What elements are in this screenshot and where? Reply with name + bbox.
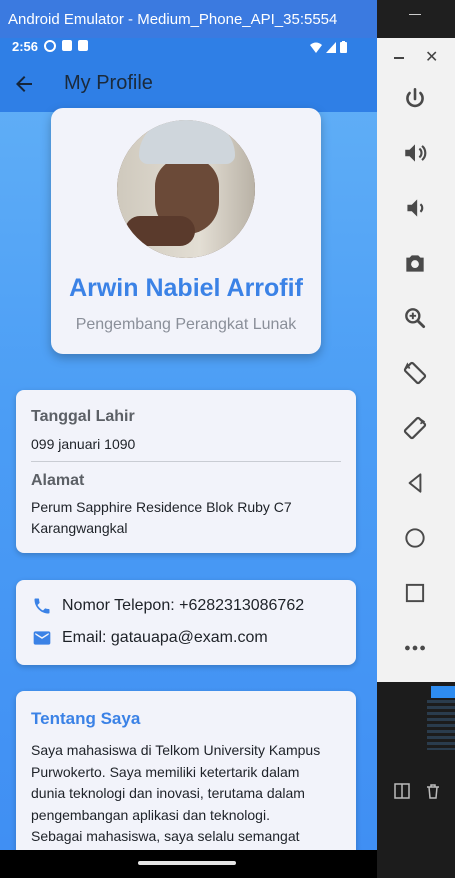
rotate-right-icon [403,416,427,440]
navigation-bar [0,850,377,878]
about-line: Sebagai mahasiswa, saya selalu semangat [31,828,300,844]
about-title: Tentang Saya [31,709,141,728]
email-row[interactable]: Email: gatauapa@exam.com [32,628,268,648]
notification-icon [78,40,88,51]
split-view-icon[interactable] [393,782,411,800]
window-title: Android Emulator - Medium_Phone_API_35:5… [8,10,338,28]
about-line: pengembangan aplikasi dan teknologi. [31,806,270,823]
contact-card: Nomor Telepon: +6282313086762 Email: gat… [16,580,356,665]
phone-row[interactable]: Nomor Telepon: +6282313086762 [32,596,304,616]
notification-icon [62,40,72,51]
profile-role: Pengembang Perangkat Lunak [75,316,297,333]
screenshot-button[interactable] [401,249,429,277]
status-time: 2:56 [12,39,39,54]
email-icon [33,631,51,645]
address-line-1: Perum Sapphire Residence Blok Ruby C7 [31,499,292,515]
avatar [117,120,255,258]
minimize-icon[interactable] [409,14,421,15]
phone-icon [34,598,50,614]
info-card: Tanggal Lahir 099 januari 1090 Alamat Pe… [16,390,356,553]
power-button[interactable] [401,85,429,113]
window-controls [377,0,455,38]
address-label: Alamat [31,472,85,489]
nav-back-button[interactable] [401,469,429,497]
about-line: dunia teknologi dan inovasi, terutama da… [31,785,305,801]
profile-card: Arwin Nabiel Arrofif Pengembang Perangka… [51,108,321,354]
rotate-left-icon [403,361,427,385]
panel-close-icon[interactable]: ✕ [425,47,438,67]
panel-minimize-icon[interactable] [394,57,404,59]
email-text: Email: gatauapa@exam.com [62,629,268,646]
signal-icon [326,41,336,53]
emulator-toolbar: ✕ [377,38,455,682]
birth-date-value: 099 januari 1090 [31,436,136,452]
birth-date-label: Tanggal Lahir [31,408,135,425]
volume-up-icon [405,144,427,162]
zoom-icon [405,308,426,329]
trash-icon[interactable] [424,782,442,800]
notification-icon [44,40,56,52]
volume-down-icon [407,199,424,217]
wifi-icon [310,42,322,53]
more-button[interactable] [401,634,429,662]
window-title-bar: Android Emulator - Medium_Phone_API_35:5… [0,0,377,38]
volume-up-button[interactable] [401,139,429,167]
zoom-button[interactable] [401,304,429,332]
profile-name: Arwin Nabiel Arrofif [69,274,303,302]
page-title: My Profile [64,72,153,94]
back-icon [408,473,422,493]
nav-home-button[interactable] [401,524,429,552]
nav-overview-button[interactable] [401,579,429,607]
phone-text: Nomor Telepon: +6282313086762 [62,597,305,614]
app-bar: My Profile [0,56,377,112]
back-arrow-icon[interactable] [12,72,36,96]
battery-icon [340,41,347,53]
camera-icon [406,255,424,272]
about-text: Saya mahasiswa di Telkom University Kamp… [31,740,347,848]
background-window [377,682,455,878]
home-gesture-handle[interactable] [138,861,236,865]
address-line-2: Karangwangkal [31,520,128,536]
about-line: Purwokerto. Saya memiliki ketertarik dal… [31,763,300,780]
status-bar: 2:56 [0,38,377,56]
volume-down-button[interactable] [401,194,429,222]
divider [31,461,341,462]
overview-icon [405,583,425,603]
rotate-left-button[interactable] [401,359,429,387]
phone-screen: 2:56 My Profile Arwin Nabiel Arrofif Pen… [0,38,377,878]
about-line: Saya mahasiswa di Telkom University Kamp… [31,742,321,758]
power-icon [406,87,424,108]
home-icon [405,528,425,548]
more-icon [405,645,425,651]
rotate-right-button[interactable] [401,414,429,442]
